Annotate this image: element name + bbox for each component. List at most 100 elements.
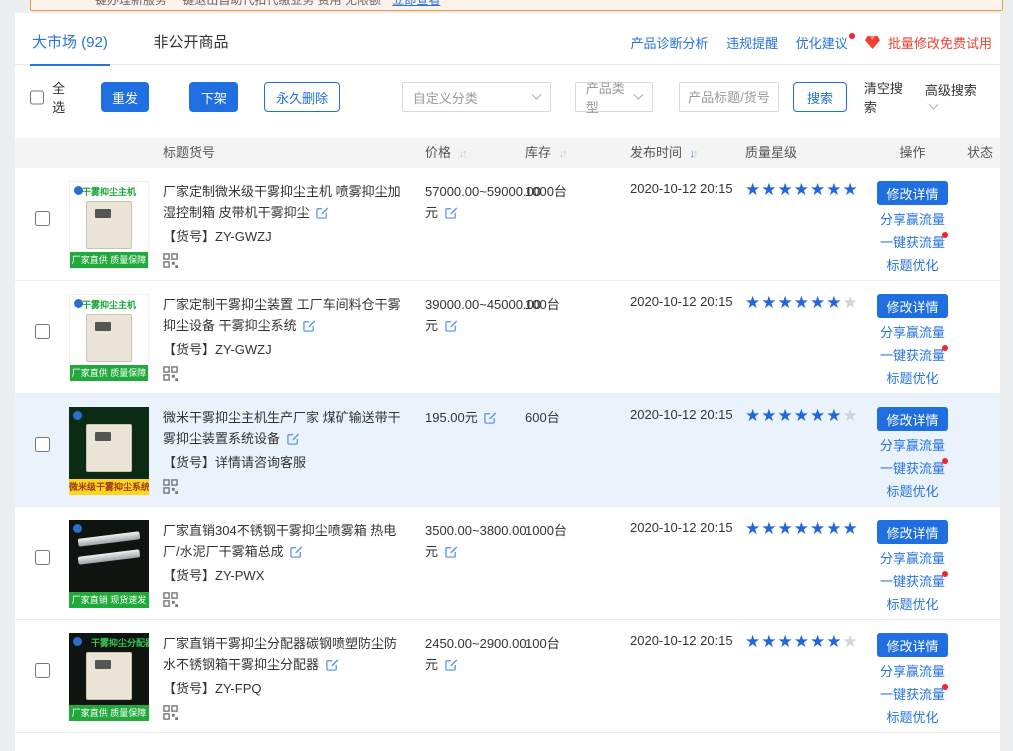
select-all-checkbox[interactable] (30, 90, 44, 105)
sku-value: ZY-FPQ (215, 681, 261, 696)
violation-link[interactable]: 违规提醒 (726, 36, 778, 51)
product-table-body: 干雾抑尘主机 厂家直供 质量保障 厂家定制微米级干雾抑尘主机 喷雾抑尘加湿控制箱… (15, 168, 1000, 733)
image-banner: 厂家直供 质量保障 (70, 252, 148, 268)
row-checkbox[interactable] (35, 437, 50, 452)
product-title[interactable]: 厂家定制微米级干雾抑尘主机 喷雾抑尘加湿控制箱 皮带机干雾抑尘 (163, 184, 401, 220)
delete-forever-button[interactable]: 永久删除 (264, 82, 339, 112)
batch-edit-trial-link[interactable]: 批量修改免费试用 (888, 36, 992, 51)
col-quality: 质量星级 (745, 138, 865, 169)
product-image[interactable]: 干雾抑尘主机 厂家直供 质量保障 (69, 181, 149, 269)
edit-price-icon[interactable] (445, 206, 458, 219)
product-title[interactable]: 厂家直销304不锈钢干雾抑尘喷雾箱 热电厂/水泥厂干雾箱总成 (163, 523, 396, 559)
stock-value: 600台 (525, 407, 630, 506)
qr-code-icon[interactable] (163, 479, 178, 494)
status-cell (960, 633, 1000, 732)
col-status: 状态 (960, 138, 1000, 169)
product-type-select[interactable]: 产品类型 (575, 82, 653, 112)
price-value: 57000.00~59000.00元 (425, 184, 541, 220)
status-cell (960, 181, 1000, 280)
title-optimize-link[interactable]: 标题优化 (865, 483, 960, 500)
row-checkbox[interactable] (35, 550, 50, 565)
col-operations: 操作 (865, 138, 960, 169)
get-traffic-link[interactable]: 一键获流量 (865, 460, 960, 477)
share-traffic-link[interactable]: 分享赢流量 (865, 211, 960, 228)
get-traffic-link[interactable]: 一键获流量 (865, 347, 960, 364)
resend-button[interactable]: 重发 (101, 82, 150, 112)
advanced-search-toggle[interactable]: 高级搜索 (925, 80, 985, 114)
title-optimize-link[interactable]: 标题优化 (865, 370, 960, 387)
tab-private-products[interactable]: 非公开商品 (152, 13, 231, 65)
product-title[interactable]: 厂家直销干雾抑尘分配器碳钢喷塑防尘防水不锈钢箱干雾抑尘分配器 (163, 636, 397, 672)
edit-price-icon[interactable] (445, 319, 458, 332)
publish-date: 2020-10-12 20:15 (630, 520, 745, 619)
edit-title-icon[interactable] (287, 432, 300, 445)
share-traffic-link[interactable]: 分享赢流量 (865, 663, 960, 680)
search-input[interactable] (679, 82, 779, 112)
product-image[interactable]: 干雾抑尘分配器 厂家直供 质量保障 (69, 633, 149, 721)
notice-link[interactable]: 立即查看 (392, 0, 440, 7)
sort-stock-icon[interactable]: ↓↑ (559, 148, 566, 160)
title-optimize-link[interactable]: 标题优化 (865, 596, 960, 613)
get-traffic-link[interactable]: 一键获流量 (865, 234, 960, 251)
qr-code-icon[interactable] (163, 253, 178, 268)
brand-logo (74, 299, 83, 308)
edit-detail-button[interactable]: 修改详情 (877, 294, 947, 318)
search-button[interactable]: 搜索 (793, 82, 847, 112)
col-stock: 库存 ↓↑ (525, 138, 630, 169)
sku-label: 【货号】 (163, 342, 215, 357)
edit-price-icon[interactable] (445, 658, 458, 671)
edit-title-icon[interactable] (326, 658, 339, 671)
clear-search-link[interactable]: 清空搜索 (864, 78, 913, 116)
star-rating: ★★★★★★★ (745, 181, 865, 280)
notification-dot (942, 571, 948, 577)
product-image[interactable]: 厂家直销 现货速发 (69, 520, 149, 608)
edit-detail-button[interactable]: 修改详情 (877, 633, 947, 657)
row-checkbox[interactable] (35, 324, 50, 339)
product-image[interactable]: 干雾抑尘主机 厂家直供 质量保障 (69, 294, 149, 382)
table-row: 干雾抑尘主机 厂家直供 质量保障 厂家定制干雾抑尘装置 工厂车间料仓干雾抑尘设备… (15, 281, 1000, 394)
edit-detail-button[interactable]: 修改详情 (877, 407, 947, 431)
tab-count: (92) (81, 34, 108, 51)
product-image[interactable]: 微米级干雾抑尘系统 (69, 407, 149, 495)
share-traffic-link[interactable]: 分享赢流量 (865, 324, 960, 341)
edit-title-icon[interactable] (303, 319, 316, 332)
sort-price-icon[interactable]: ↓↑ (459, 148, 466, 160)
offshelf-button[interactable]: 下架 (189, 82, 238, 112)
edit-price-icon[interactable] (484, 411, 497, 424)
sku-label: 【货号】 (163, 681, 215, 696)
qr-code-icon[interactable] (163, 705, 178, 720)
edit-detail-button[interactable]: 修改详情 (877, 520, 947, 544)
sort-publish-icon-active[interactable]: ↓↑ (690, 148, 697, 160)
category-select[interactable]: 自定义分类 (402, 82, 551, 112)
qr-code-icon[interactable] (163, 592, 178, 607)
header-links: 产品诊断分析 违规提醒 优化建议 批量修改免费试用 (616, 33, 992, 52)
share-traffic-link[interactable]: 分享赢流量 (865, 550, 960, 567)
edit-price-icon[interactable] (445, 545, 458, 558)
diagnosis-link[interactable]: 产品诊断分析 (630, 36, 708, 51)
product-title[interactable]: 微米干雾抑尘主机生产厂家 煤矿输送带干雾抑尘装置系统设备 (163, 410, 401, 446)
sku-value: ZY-PWX (215, 568, 264, 583)
notification-dot (849, 33, 855, 39)
get-traffic-link[interactable]: 一键获流量 (865, 573, 960, 590)
edit-title-icon[interactable] (316, 206, 329, 219)
title-optimize-link[interactable]: 标题优化 (865, 257, 960, 274)
get-traffic-link[interactable]: 一键获流量 (865, 686, 960, 703)
product-title[interactable]: 厂家定制干雾抑尘装置 工厂车间料仓干雾抑尘设备 干雾抑尘系统 (163, 297, 401, 333)
row-checkbox[interactable] (35, 211, 50, 226)
qr-code-icon[interactable] (163, 366, 178, 381)
tab-big-market[interactable]: 大市场 (92) (30, 13, 110, 65)
publish-date: 2020-10-12 20:15 (630, 181, 745, 280)
publish-date: 2020-10-12 20:15 (630, 407, 745, 506)
table-row: 干雾抑尘分配器 厂家直供 质量保障 厂家直销干雾抑尘分配器碳钢喷塑防尘防水不锈钢… (15, 620, 1000, 733)
tab-label: 非公开商品 (154, 34, 229, 51)
title-optimize-link[interactable]: 标题优化 (865, 709, 960, 726)
edit-title-icon[interactable] (290, 545, 303, 558)
notice-text: 一键办理新服务 一键退出自助代扣代缴业务 费用 无限额 (83, 0, 381, 7)
top-notice-banner: 一键办理新服务 一键退出自助代扣代缴业务 费用 无限额 立即查看 (30, 0, 1003, 11)
image-banner: 厂家直供 质量保障 (69, 705, 149, 721)
share-traffic-link[interactable]: 分享赢流量 (865, 437, 960, 454)
edit-detail-button[interactable]: 修改详情 (877, 181, 947, 205)
suggest-link[interactable]: 优化建议 (796, 36, 848, 51)
row-checkbox[interactable] (35, 663, 50, 678)
price-value: 39000.00~45000.00元 (425, 297, 541, 333)
